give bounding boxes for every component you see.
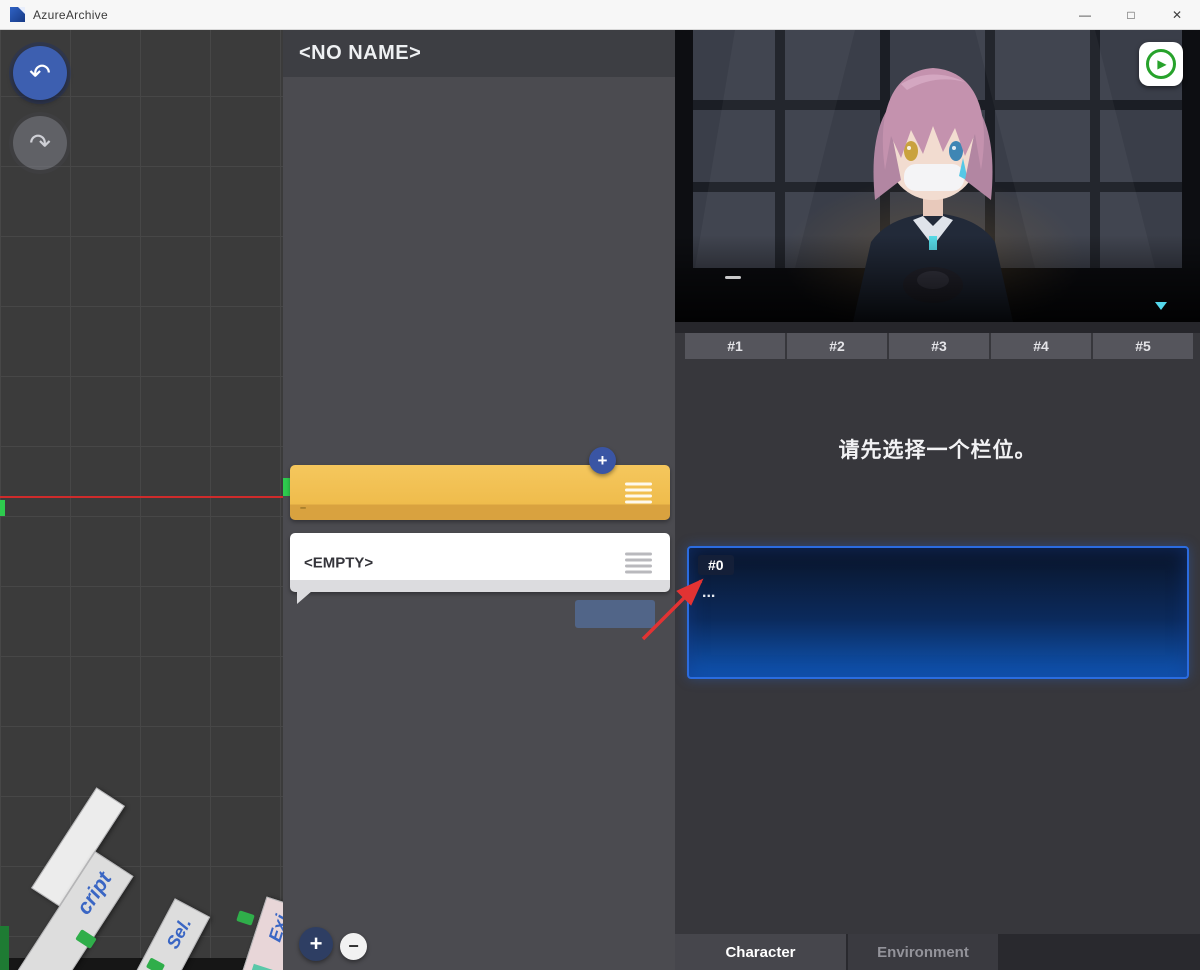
empty-message-label: <EMPTY>	[304, 554, 373, 571]
tab-environment[interactable]: Environment	[848, 934, 998, 970]
window-controls: — □ ✕	[1062, 0, 1200, 30]
scene-preview: ▶	[675, 30, 1200, 322]
minimize-button[interactable]: —	[1062, 0, 1108, 30]
app-icon	[10, 7, 25, 22]
undo-button[interactable]: ↶	[13, 46, 67, 100]
green-pip	[236, 910, 255, 925]
slot-0-content: ...	[702, 584, 715, 602]
drag-handle-icon[interactable]	[625, 479, 652, 506]
selection-highlight	[575, 600, 655, 628]
card-label: cript	[72, 868, 117, 919]
green-bar	[0, 926, 9, 970]
titlebar: AzureArchive — □ ✕	[0, 0, 1200, 30]
drag-handle-icon[interactable]	[625, 549, 652, 576]
add-message-button[interactable]: +	[299, 927, 333, 961]
timeline-red-line	[0, 496, 283, 498]
slot-tab-row: #1 #2 #3 #4 #5	[685, 333, 1193, 359]
slot-tab-1[interactable]: #1	[685, 333, 785, 359]
select-slot-prompt: 请先选择一个栏位。	[675, 434, 1200, 464]
redo-icon: ↷	[29, 128, 51, 159]
panel-divider	[675, 322, 1200, 333]
maximize-button[interactable]: □	[1108, 0, 1154, 30]
advance-indicator-icon	[1155, 302, 1167, 310]
remove-message-button[interactable]: −	[340, 933, 367, 960]
play-button[interactable]: ▶	[1139, 42, 1183, 86]
bubble-tail	[297, 591, 312, 604]
minus-icon: −	[348, 936, 359, 957]
script-title: <NO NAME>	[299, 42, 421, 65]
card-label: Sel.	[162, 914, 196, 952]
green-marker	[283, 478, 290, 496]
slot-0-box[interactable]: #0 ...	[687, 546, 1189, 679]
tab-character[interactable]: Character	[675, 934, 846, 970]
message-item-empty[interactable]: <EMPTY>	[290, 533, 670, 592]
card-label: Exi	[264, 912, 283, 944]
message-item-selected[interactable]: –	[290, 465, 670, 520]
script-list-panel: <NO NAME> – + <EMPTY> + −	[283, 30, 675, 970]
slot-0-badge: #0	[698, 555, 734, 575]
plus-icon: +	[310, 931, 323, 957]
slot-tab-2[interactable]: #2	[787, 333, 887, 359]
message-text-dash: –	[300, 502, 306, 514]
menu-dash-icon[interactable]	[725, 276, 741, 279]
script-header: <NO NAME>	[283, 30, 675, 77]
canvas-panel: ↶ ↷ cript Sel. Exi	[0, 30, 283, 970]
insert-message-button[interactable]: +	[589, 447, 616, 474]
play-icon: ▶	[1146, 49, 1176, 79]
app-window: AzureArchive — □ ✕ ↶ ↷ cript Sel. Exi	[0, 0, 1200, 970]
green-marker	[0, 500, 5, 516]
close-button[interactable]: ✕	[1154, 0, 1200, 30]
preview-panel: ▶ #1 #2 #3 #4 #5 请先选择一个栏位。 #0 ... Charac…	[675, 30, 1200, 970]
slot-tab-4[interactable]: #4	[991, 333, 1091, 359]
plus-icon: +	[598, 451, 608, 471]
redo-button[interactable]: ↷	[13, 116, 67, 170]
undo-icon: ↶	[29, 58, 51, 89]
slot-tab-5[interactable]: #5	[1093, 333, 1193, 359]
app-title: AzureArchive	[33, 8, 108, 22]
scene-illustration	[675, 30, 1200, 322]
bottom-tab-bar: Character Environment	[675, 934, 1200, 970]
slot-tab-3[interactable]: #3	[889, 333, 989, 359]
